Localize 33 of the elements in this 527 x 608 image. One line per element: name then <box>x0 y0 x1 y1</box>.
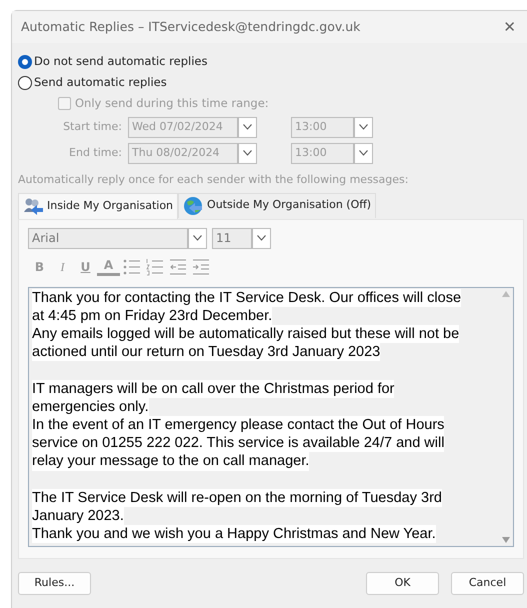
window-title: Automatic Replies – ITServicedesk@tendringdc.gov.uk <box>21 18 360 36</box>
instruction-text: Automatically reply once for each sender with the following messages: <box>18 172 410 188</box>
chevron-down-icon <box>243 150 252 156</box>
tab[interactable]: Outside My Organisation (Off) <box>178 192 376 218</box>
bullet-list-icon[interactable] <box>122 258 142 276</box>
rules-button[interactable]: Rules... <box>18 572 91 594</box>
radio-button[interactable] <box>18 76 32 90</box>
chevron-down-icon <box>359 124 368 130</box>
globe-icon <box>183 196 204 216</box>
scroll-up-icon[interactable] <box>502 290 510 296</box>
chevron-down-icon <box>243 124 252 130</box>
radio-label[interactable]: Send automatic replies <box>34 74 167 92</box>
chevron-down-icon <box>257 235 266 241</box>
indent-icon[interactable] <box>190 258 210 276</box>
chevron-down-icon <box>193 235 202 241</box>
chevron-down-icon <box>359 150 368 156</box>
radio-label[interactable]: Do not send automatic replies <box>34 52 208 70</box>
underline-button[interactable]: U <box>74 258 97 276</box>
ok-button[interactable]: OK <box>366 572 439 594</box>
bold-button[interactable]: B <box>28 258 51 276</box>
tab[interactable]: Inside My Organisation <box>18 192 178 218</box>
message-box[interactable] <box>28 286 514 546</box>
cancel-button[interactable]: Cancel <box>451 572 524 594</box>
radio-button[interactable] <box>18 54 32 68</box>
people-icon <box>23 197 43 215</box>
time-label: Start time: <box>62 118 123 135</box>
outdent-icon[interactable] <box>168 258 188 276</box>
numbered-list-icon[interactable] <box>144 258 164 276</box>
scroll-down-icon[interactable] <box>502 536 510 542</box>
close-button[interactable]: ✕ <box>497 16 522 38</box>
italic-button[interactable]: I <box>51 258 74 276</box>
color-button[interactable]: A <box>97 258 120 276</box>
time-label: End time: <box>68 144 123 161</box>
